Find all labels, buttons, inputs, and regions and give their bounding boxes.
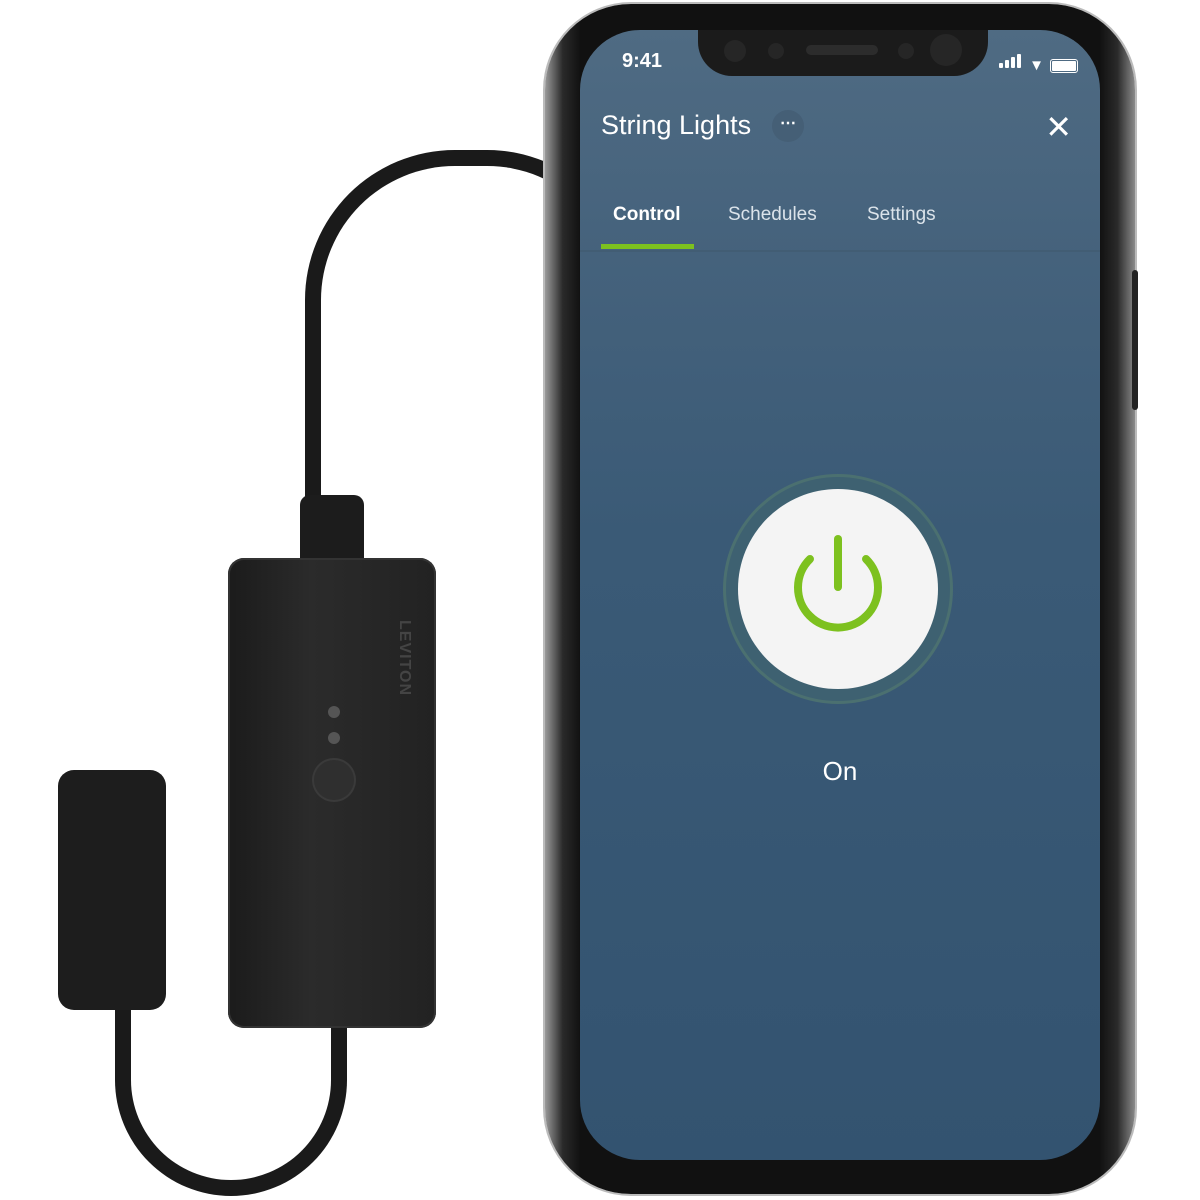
power-icon [794, 535, 882, 632]
close-icon[interactable]: ✕ [1045, 108, 1072, 146]
front-camera [930, 34, 962, 66]
device-button [312, 758, 356, 802]
led-indicator [328, 706, 340, 718]
phone-notch [698, 30, 988, 76]
power-button[interactable] [738, 489, 938, 689]
tab-settings[interactable]: Settings [867, 204, 936, 226]
female-outlet [58, 770, 166, 1010]
sensor [898, 43, 914, 59]
tab-schedules[interactable]: Schedules [728, 204, 817, 226]
brand-logo: LEVITON [396, 620, 413, 697]
phone-side-button [1132, 270, 1138, 410]
wifi-icon: ▼ [1029, 57, 1044, 74]
led-indicator [328, 732, 340, 744]
active-tab-indicator [601, 244, 694, 249]
battery-icon [1050, 59, 1078, 73]
page-title: String Lights [601, 110, 752, 140]
app-screen: 9:41 ▼ String Lights ⋯ ✕ Control Schedul… [580, 30, 1100, 1160]
speaker [806, 45, 878, 55]
sensor [724, 40, 746, 62]
sensor [768, 43, 784, 59]
power-button-ring [726, 477, 950, 701]
signal-icon [999, 54, 1023, 73]
tab-control[interactable]: Control [613, 204, 681, 226]
ellipsis-icon[interactable]: ⋯ [772, 110, 804, 142]
status-time: 9:41 [622, 50, 663, 72]
power-state-label: On [822, 756, 858, 786]
status-icons: ▼ [999, 54, 1078, 73]
